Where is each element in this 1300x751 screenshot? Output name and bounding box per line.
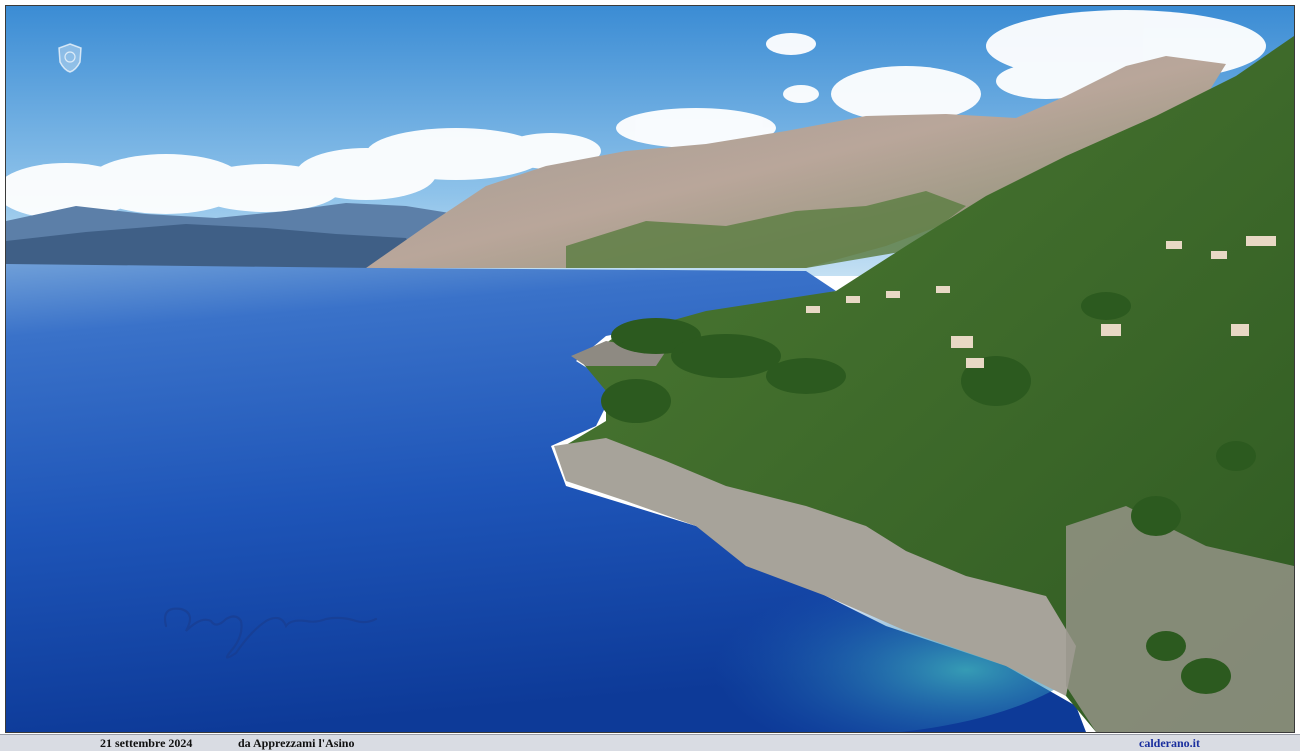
handwritten-signature-icon: [163, 607, 378, 659]
coastal-landscape-photo: [5, 5, 1295, 733]
caption-bar: 21 settembre 2024 da Apprezzami l'Asino …: [0, 734, 1300, 751]
shield-seal-icon: [58, 43, 82, 73]
photo-frame: 21 settembre 2024 da Apprezzami l'Asino …: [0, 0, 1300, 751]
caption-site-link[interactable]: calderano.it: [1139, 736, 1200, 751]
caption-date: 21 settembre 2024: [100, 736, 193, 750]
caption-place: da Apprezzami l'Asino: [238, 736, 355, 750]
